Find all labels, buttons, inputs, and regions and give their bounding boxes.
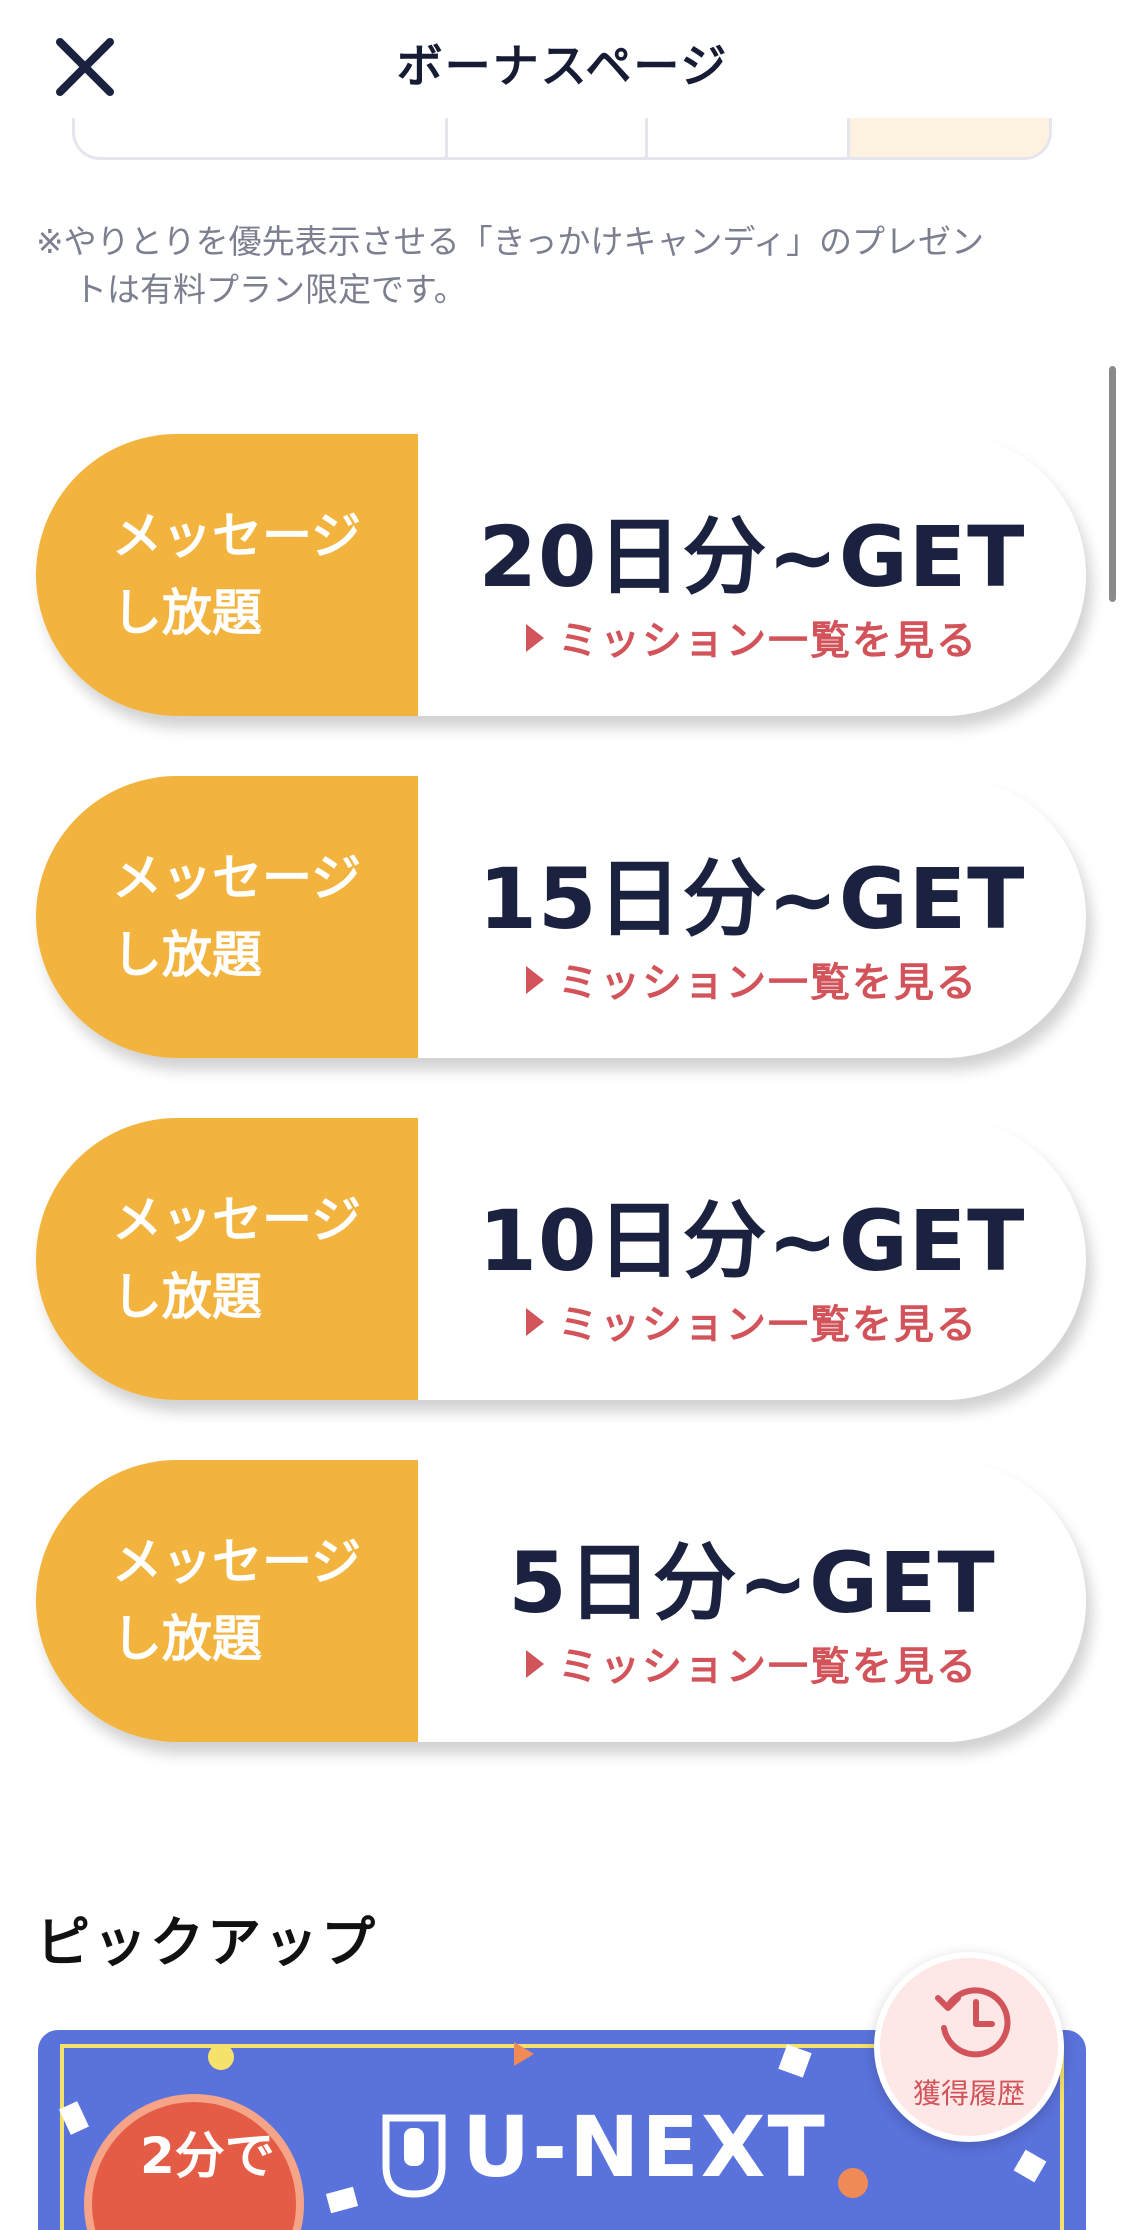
pickup-heading: ピックアップ (36, 1911, 378, 1974)
mission-link-label: ミッション一覧を見る (558, 618, 978, 664)
card-label-block: メッセージ し放題 (36, 1118, 418, 1400)
card-amount: 5日分~GET (508, 1534, 996, 1632)
history-label: 獲得履歴 (912, 2077, 1025, 2110)
card-amount: 15日分~GET (478, 850, 1026, 948)
brand-name: U-NEXT (462, 2098, 827, 2196)
play-arrow-icon (526, 966, 544, 994)
bonus-card[interactable]: メッセージ し放題 20日分~GET ミッション一覧を見る (36, 434, 1086, 716)
bonus-card[interactable]: メッセージ し放題 15日分~GET ミッション一覧を見る (36, 776, 1086, 1058)
mission-list-link[interactable]: ミッション一覧を見る (418, 950, 1086, 1008)
mission-list-link[interactable]: ミッション一覧を見る (418, 608, 1086, 666)
page-title: ボーナスページ (396, 39, 729, 93)
bonus-card[interactable]: メッセージ し放題 5日分~GET ミッション一覧を見る (36, 1460, 1086, 1742)
mission-link-label: ミッション一覧を見る (558, 1644, 978, 1690)
card-label-line1: メッセージ (112, 849, 361, 907)
u-next-logo-icon (382, 2114, 446, 2198)
plan-comparison-table (72, 118, 1052, 160)
card-label-line2: し放題 (112, 926, 262, 984)
notice-text: ※やりとりを優先表示させる「きっかけキャンディ」のプレゼン トは有料プラン限定で… (36, 218, 1096, 314)
scrollbar[interactable] (1109, 366, 1116, 602)
card-label-line1: メッセージ (112, 507, 361, 565)
notice-line-2: トは有料プラン限定です。 (74, 270, 467, 309)
mission-list-link[interactable]: ミッション一覧を見る (418, 1634, 1086, 1692)
confetti-dot (838, 2168, 868, 2198)
table-cell-highlight (847, 118, 1049, 157)
card-label-line1: メッセージ (112, 1533, 361, 1591)
bonus-card[interactable]: メッセージ し放題 10日分~GET ミッション一覧を見る (36, 1118, 1086, 1400)
mission-list-link[interactable]: ミッション一覧を見る (418, 1292, 1086, 1350)
card-label-line2: し放題 (112, 1268, 262, 1326)
promo-badge-text: 2分で (140, 2127, 275, 2185)
history-clock-icon (928, 1976, 1020, 2068)
confetti-triangle (514, 2042, 534, 2066)
card-label-block: メッセージ し放題 (36, 1460, 418, 1742)
mission-link-label: ミッション一覧を見る (558, 1302, 978, 1348)
card-label-line1: メッセージ (112, 1191, 361, 1249)
mission-link-label: ミッション一覧を見る (558, 960, 978, 1006)
play-arrow-icon (526, 1650, 544, 1678)
confetti-dot (208, 2044, 234, 2070)
table-cell (645, 118, 848, 157)
card-label-block: メッセージ し放題 (36, 776, 418, 1058)
play-arrow-icon (526, 624, 544, 652)
history-button[interactable]: 獲得履歴 (874, 1952, 1064, 2142)
card-label-line2: し放題 (112, 584, 262, 642)
play-arrow-icon (526, 1308, 544, 1336)
table-cell (445, 118, 648, 157)
notice-line-1: ※やりとりを優先表示させる「きっかけキャンディ」のプレゼン (36, 222, 985, 261)
header: ボーナスページ (0, 0, 1125, 130)
card-amount: 10日分~GET (478, 1192, 1026, 1290)
card-amount: 20日分~GET (478, 508, 1026, 606)
card-label-line2: し放題 (112, 1610, 262, 1668)
card-label-block: メッセージ し放題 (36, 434, 418, 716)
